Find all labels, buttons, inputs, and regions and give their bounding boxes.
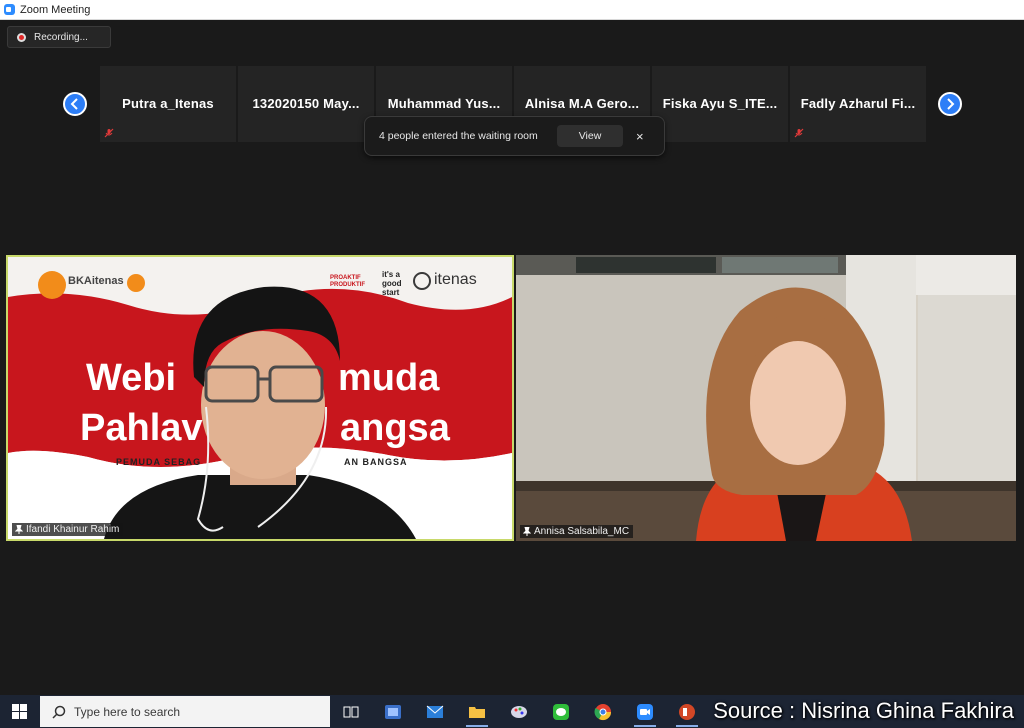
chrome-icon[interactable] [588,699,618,724]
paint-icon[interactable] [504,699,534,724]
powerpoint-icon[interactable] [672,699,702,727]
prev-page-button[interactable] [63,92,87,116]
view-waiting-room-button[interactable]: View [557,125,623,147]
meeting-stage: Recording... Putra a_Itenas 132020150 Ma… [0,20,1024,695]
windows-taskbar: Type here to search Source : Nisrina Ghi… [0,695,1024,728]
windows-start-icon[interactable] [12,704,27,719]
participant-tile[interactable]: Putra a_Itenas [100,66,236,142]
pin-icon [15,525,23,534]
banner-headline-2b: angsa [340,407,450,449]
waiting-room-message: 4 people entered the waiting room [379,130,538,142]
window-title: Zoom Meeting [20,3,91,16]
close-notification-button[interactable]: × [636,129,644,144]
participant-tile[interactable]: 132020150 May... [238,66,374,142]
participant-name: Fadly Azharul Fi... [800,96,916,111]
search-placeholder: Type here to search [74,704,181,719]
record-icon [17,32,26,42]
waiting-room-notification: 4 people entered the waiting room View × [364,116,665,156]
banner-subline-b: AN BANGSA [344,457,408,467]
app-icon-1[interactable] [378,699,408,724]
itenas-logo-text: itenas [434,271,477,288]
zoom-app-icon [4,4,15,15]
recording-label: Recording... [34,31,88,43]
banner-subline-a: PEMUDA SEBAG [116,457,202,467]
name-tag: Annisa Salsabila_MC [520,525,634,538]
participant-name: Ifandi Khainur Rahim [26,524,120,535]
participant-name: Fiska Ayu S_ITE... [662,96,778,111]
mail-icon[interactable] [420,699,450,724]
pin-icon [523,527,531,536]
chevron-left-icon [70,98,78,110]
next-page-button[interactable] [938,92,962,116]
recording-indicator[interactable]: Recording... [7,26,111,48]
mic-muted-icon [104,128,114,138]
proaktif-logo-text: PROAKTIF PRODUKTIF [330,275,365,288]
participant-name: Annisa Salsabila_MC [534,526,630,537]
search-icon [52,705,66,719]
file-explorer-icon[interactable] [462,699,492,727]
window-titlebar: Zoom Meeting [0,0,1024,20]
participant-name: Muhammad Yus... [387,96,501,111]
banner-headline-2: Pahlav [80,407,203,449]
mic-muted-icon [794,128,804,138]
participant-name: 132020150 May... [252,96,360,111]
participant-tile[interactable]: Fiska Ayu S_ITE... [652,66,788,142]
source-watermark: Source : Nisrina Ghina Fakhira [713,698,1014,723]
banner-headline-1: Webi [86,357,177,399]
video-tile-speaker[interactable]: BKAitenas PROAKTIF PRODUKTIF it's a good… [6,255,514,541]
participant-name: Alnisa M.A Gero... [524,96,640,111]
video-tile-participant[interactable]: Annisa Salsabila_MC [516,255,1016,541]
good-start-logo-text: it's a good start [382,270,402,297]
name-tag: Ifandi Khainur Rahim [12,523,124,536]
chevron-right-icon [947,98,955,110]
task-view-icon[interactable] [336,699,366,724]
line-app-icon[interactable] [546,699,576,724]
banner-headline-1b: muda [338,357,440,399]
taskbar-search-box[interactable]: Type here to search [40,696,330,727]
zoom-taskbar-icon[interactable] [630,699,660,727]
camera-feed [516,255,1016,541]
participant-name: Putra a_Itenas [122,96,214,111]
bka-logo-text: BKAitenas [68,275,124,287]
participant-tile[interactable]: Fadly Azharul Fi... [790,66,926,142]
